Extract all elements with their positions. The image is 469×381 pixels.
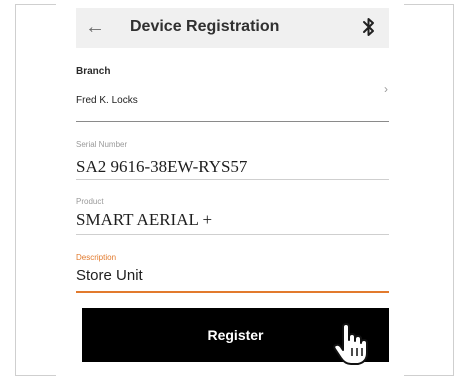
chevron-right-icon[interactable]: › — [384, 82, 388, 96]
description-label: Description — [76, 253, 117, 262]
serial-number-field[interactable]: SA2 9616-38EW-RYS57 — [76, 157, 247, 177]
product-field[interactable]: SMART AERIAL + — [76, 210, 212, 230]
branch-label: Branch — [76, 66, 111, 77]
back-arrow-icon[interactable]: ← — [84, 16, 106, 38]
app-bar: ← Device Registration — [76, 8, 389, 48]
branch-underline — [76, 121, 389, 122]
description-field[interactable]: Store Unit — [76, 267, 143, 284]
hand-cursor-icon — [333, 323, 368, 365]
phone-screen: ← Device Registration Branch Fred K. Loc… — [56, 0, 404, 381]
bluetooth-icon[interactable] — [359, 16, 379, 38]
serial-number-underline — [76, 179, 389, 180]
product-label: Product — [76, 197, 104, 206]
page-title: Device Registration — [130, 18, 280, 35]
branch-field[interactable]: Fred K. Locks — [76, 95, 138, 106]
serial-number-label: Serial Number — [76, 140, 128, 149]
description-underline — [76, 291, 389, 293]
product-underline — [76, 234, 389, 235]
